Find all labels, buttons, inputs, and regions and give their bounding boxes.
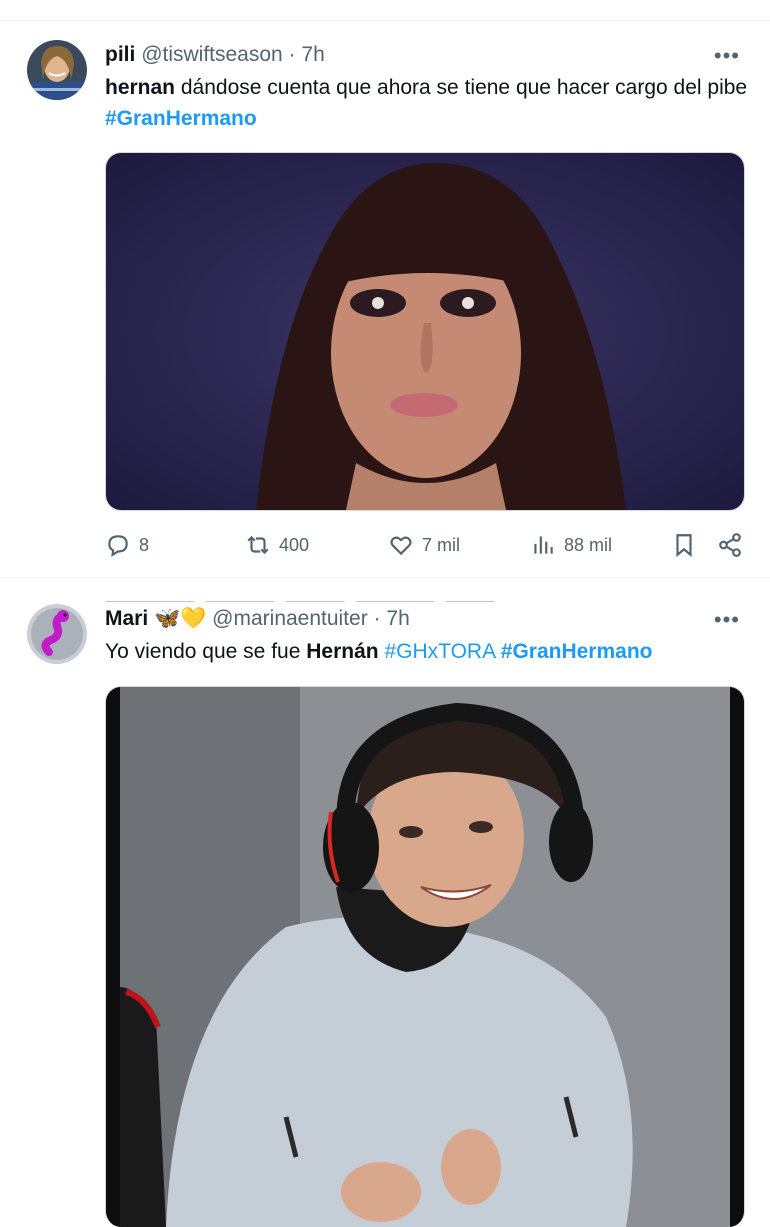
hashtag-link[interactable]: #GranHermano <box>501 640 653 663</box>
separator-dot: · <box>373 607 381 630</box>
tweet-actions: 8 400 7 mil 88 mil <box>105 530 745 560</box>
tweet-text-body: dándose cuenta que ahora se tiene que ha… <box>175 76 748 99</box>
author-name[interactable]: Mari <box>105 607 148 630</box>
more-icon[interactable]: ••• <box>714 609 740 631</box>
like-icon <box>390 536 412 556</box>
author-name[interactable]: pili <box>105 43 135 66</box>
retweet-icon <box>247 535 269 555</box>
scroll-overlap-artifact <box>105 592 605 602</box>
author-handle[interactable]: @tiswiftseason <box>141 43 283 66</box>
tweet-divider <box>0 577 770 578</box>
views-button[interactable]: 88 mil <box>530 530 612 560</box>
tweet-media-image[interactable] <box>105 686 745 1227</box>
share-button[interactable] <box>717 530 751 560</box>
like-count: 7 mil <box>422 534 461 555</box>
tweet-text-bold: hernan <box>105 76 176 99</box>
hashtag-link[interactable]: #GranHermano <box>105 107 257 130</box>
author-handle[interactable]: @marinaentuiter <box>212 607 368 630</box>
top-divider <box>0 20 770 21</box>
timestamp[interactable]: 7h <box>386 607 409 630</box>
avatar[interactable] <box>27 604 87 664</box>
tweet-header: Mari 🦋💛 @marinaentuiter · 7h <box>105 606 410 632</box>
reply-button[interactable]: 8 <box>105 530 149 560</box>
tweet-text: hernan dándose cuenta que ahora se tiene… <box>105 72 750 134</box>
views-icon <box>534 536 553 554</box>
author-emoji: 🦋💛 <box>154 607 207 630</box>
timestamp[interactable]: 7h <box>301 43 324 66</box>
avatar[interactable] <box>27 40 87 100</box>
tweet-text: Yo viendo que se fue Hernán #GHxTORA #Gr… <box>105 636 750 667</box>
retweet-count: 400 <box>279 534 310 555</box>
tweet-header: pili @tiswiftseason · 7h <box>105 42 325 68</box>
tweet-text-bold: Hernán <box>306 640 379 663</box>
like-button[interactable]: 7 mil <box>388 530 460 560</box>
hashtag-link[interactable]: #GHxTORA <box>384 640 494 663</box>
separator-dot: · <box>288 43 296 66</box>
reply-icon <box>108 535 128 557</box>
share-icon <box>719 533 741 557</box>
bookmark-button[interactable] <box>671 530 705 560</box>
tweet-text-lead: Yo viendo que se fue <box>105 640 307 663</box>
retweet-button[interactable]: 400 <box>245 530 309 560</box>
views-count: 88 mil <box>564 534 613 555</box>
reply-count: 8 <box>139 534 150 555</box>
bookmark-icon <box>676 534 692 558</box>
more-icon[interactable]: ••• <box>714 45 740 67</box>
tweet-media-image[interactable] <box>105 152 745 511</box>
